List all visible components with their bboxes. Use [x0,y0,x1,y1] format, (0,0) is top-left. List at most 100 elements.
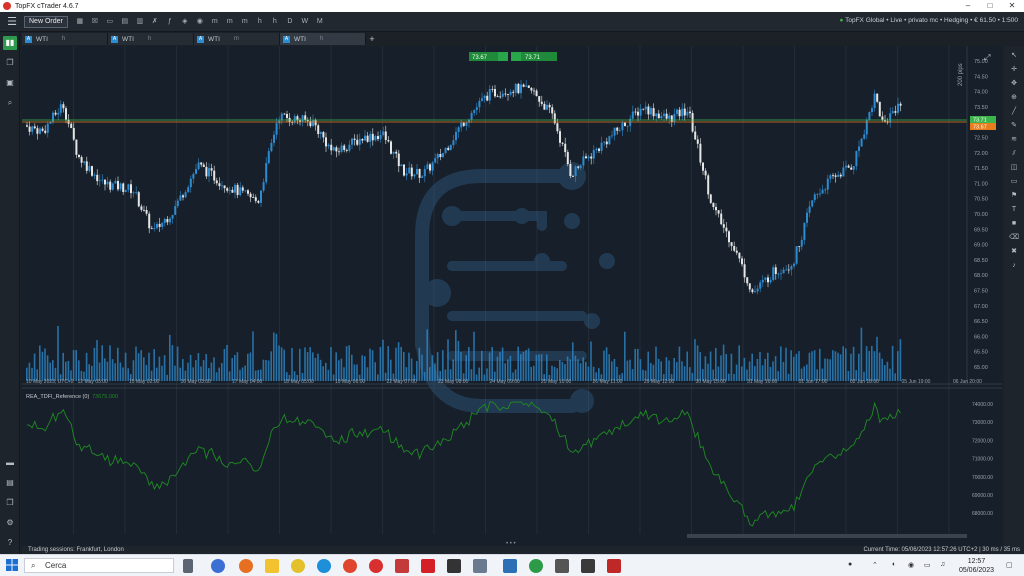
timeframe-minute[interactable]: m [209,17,221,27]
eraser-tool-icon[interactable]: ⌫ [1008,232,1020,243]
analyze-app-icon[interactable]: ⌕ [3,96,17,110]
crosshair-tool-icon[interactable]: ✛ [1008,64,1020,75]
candle-body [150,228,153,230]
trade-app-icon[interactable]: ▮▮ [3,36,17,50]
app-icon-6[interactable] [343,559,357,573]
app-icon-16[interactable] [607,559,621,573]
pencil-tool-icon[interactable]: ✎ [1008,120,1020,131]
help-icon[interactable]: ? [3,536,17,550]
network-icon[interactable]: ▭ [924,561,931,569]
buy-arrow-icon[interactable] [511,52,521,61]
layers-icon[interactable]: ◈ [179,17,191,27]
close-chart-icon[interactable]: ☒ [89,17,101,27]
tray-app-icon[interactable]: ● [848,561,852,568]
indicators-icon[interactable]: ƒ [164,17,176,27]
tray-overflow-icon[interactable]: ⌃ [872,561,878,569]
candle-body [564,143,567,153]
single-chart-icon[interactable]: ▭ [104,17,116,27]
indicator-label[interactable]: REA_TDFI_Reference (0) [26,394,89,400]
meet-app-icon[interactable] [211,559,225,573]
taskbar-clock[interactable]: 12:57 05/06/2023 [959,557,994,575]
new-order-button[interactable]: New Order [24,15,68,28]
note-tool-icon[interactable]: ■ [1008,218,1020,229]
price-axis[interactable]: 75.0074.5074.0073.5073.0072.5072.0071.50… [974,59,988,371]
sell-arrow-icon[interactable] [498,52,508,61]
timeframe-month[interactable]: M [314,17,326,27]
chart-area[interactable]: 73.67 73.71 75.0074.5074.0073.5073.0072.… [22,46,1002,546]
tray-icon-2[interactable]: ◉ [908,561,914,569]
tab-wti-2[interactable]: A WTI h [108,33,194,45]
deposit-icon[interactable]: ▤ [3,476,17,490]
maximize-icon[interactable]: □ [979,0,1001,12]
candle-body [202,164,205,167]
timeframe-minute-2[interactable]: m [224,17,236,27]
tab-timeframe[interactable]: h [320,36,325,42]
file-explorer-icon[interactable] [265,559,279,573]
topfx-app-icon[interactable] [421,559,435,573]
hamburger-menu-icon[interactable]: ☰ [0,15,24,28]
chrome-app-icon[interactable] [291,559,305,573]
automate-app-icon[interactable]: ▣ [3,76,17,90]
tools-icon[interactable]: ✗ [149,17,161,27]
line-tool-icon[interactable]: ╱ [1008,106,1020,117]
tab-wti-3[interactable]: A WTI m [194,33,280,45]
timeframe-hour-2[interactable]: h [269,17,281,27]
tab-wti-1[interactable]: A WTI h [22,33,108,45]
chart-settings-icon[interactable]: ⤢ [983,53,990,62]
volume-bar [569,359,571,381]
tab-timeframe[interactable]: m [234,36,241,42]
marker-tool-icon[interactable]: ⚑ [1008,190,1020,201]
app-icon-10[interactable] [447,559,461,573]
hand-tool-icon[interactable]: ✥ [1008,78,1020,89]
timeframe-minute-3[interactable]: m [239,17,251,27]
copy-app-icon[interactable]: ❐ [3,56,17,70]
multi-chart-icon[interactable]: ▤ [119,17,131,27]
add-tab-button[interactable]: + [366,33,378,45]
callout-tool-icon[interactable]: ▭ [1008,176,1020,187]
edge-app-icon[interactable] [317,559,331,573]
zoom-tool-icon[interactable]: ⊕ [1008,92,1020,103]
bell-tool-icon[interactable]: ♪ [1008,260,1020,271]
windows-start-icon[interactable] [6,559,18,571]
app-icon-7[interactable] [369,559,383,573]
shape-tool-icon[interactable]: ◫ [1008,162,1020,173]
text-tool-icon[interactable]: T [1008,204,1020,215]
fibonacci-tool-icon[interactable]: ≋ [1008,134,1020,145]
app-icon-15[interactable] [581,559,595,573]
timeframe-week[interactable]: W [299,17,311,27]
task-view-icon[interactable] [183,559,193,573]
copy-icon[interactable]: ❒ [3,496,17,510]
app-icon-11[interactable] [473,559,487,573]
trading-sessions[interactable]: Trading sessions: Frankfurt, London [28,546,124,554]
channel-tool-icon[interactable]: ⫽ [1008,148,1020,159]
chart-scrollbar[interactable] [687,534,967,538]
timeframe-day[interactable]: D [284,17,296,27]
timeframe-hour[interactable]: h [254,17,266,27]
settings-icon[interactable]: ⚙ [3,516,17,530]
search-icon: ⌕ [31,561,36,570]
notifications-icon[interactable]: ▢ [1006,561,1013,569]
taskbar-search[interactable]: ⌕ Cerca [24,558,174,573]
account-info[interactable]: ● TopFX Global • Live • privato mc • Hed… [839,17,1018,24]
indicator-axis[interactable]: 74000.00 73000.00 72000.00 71000.00 70000.00… [972,402,993,517]
tab-timeframe[interactable]: h [148,36,153,42]
ctrader-app-icon[interactable] [503,559,517,573]
trash-tool-icon[interactable]: ✖ [1008,246,1020,257]
chart-canvas[interactable]: 73.67 73.71 75.0074.5074.0073.5073.0072.… [22,46,1002,546]
chrome-app-icon-2[interactable] [529,559,543,573]
settings-app-icon[interactable] [555,559,569,573]
eye-icon[interactable]: ◉ [194,17,206,27]
app-icon-8[interactable] [395,559,409,573]
cursor-tool-icon[interactable]: ↖ [1008,50,1020,61]
minimize-icon[interactable]: – [957,0,979,12]
tab-timeframe[interactable]: h [62,36,67,42]
grid-chart-icon[interactable]: ▥ [134,17,146,27]
volume-icon[interactable]: ♫ [940,561,945,568]
firefox-app-icon[interactable] [239,559,253,573]
tray-icon-1[interactable]: ◐ [892,561,896,568]
tab-wti-4[interactable]: A WTI h [280,33,366,45]
close-icon[interactable]: ✕ [1001,0,1023,12]
portfolio-icon[interactable]: ▬ [3,456,17,470]
quick-trade-panel[interactable]: 73.67 73.71 [469,52,557,61]
chart-layout-icon[interactable]: ▦ [74,17,86,27]
